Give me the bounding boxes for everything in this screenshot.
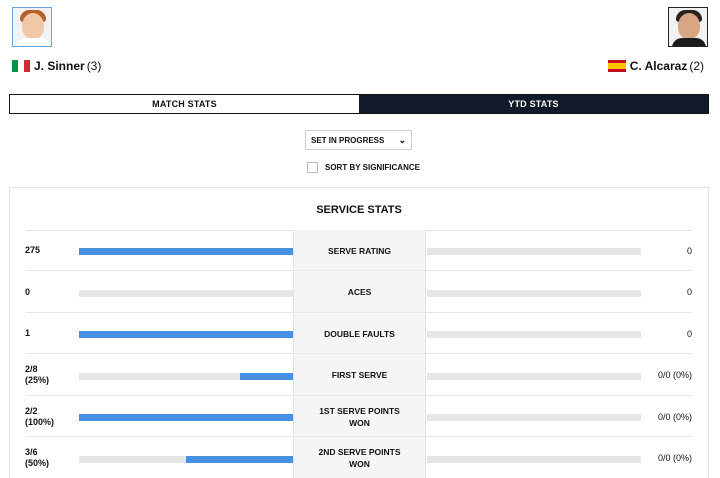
stat-row: 3/6 (50%) 2ND SERVE POINTS WON 0/0 (0%)	[10, 438, 708, 478]
stat-left-bar	[79, 414, 293, 422]
stat-left-bar	[79, 331, 293, 339]
stats-tabs: MATCH STATS YTD STATS	[9, 94, 709, 114]
player-left-name[interactable]: J. Sinner	[34, 59, 85, 73]
stat-left-bar	[79, 455, 293, 463]
player-right-seed: (2)	[689, 59, 704, 73]
player-right-name[interactable]: C. Alcaraz	[630, 59, 688, 73]
player-left-seed: (3)	[86, 59, 102, 73]
stat-left-bar-fill	[239, 372, 293, 380]
stat-left-bar	[79, 248, 293, 256]
stat-right-value: 0	[686, 328, 692, 339]
stat-right-bar	[427, 331, 641, 339]
sort-by-significance: SORT BY SIGNIFICANCE	[307, 162, 420, 173]
stat-left-bar-fill	[186, 455, 293, 463]
player-left	[12, 7, 52, 47]
set-select-dropdown[interactable]: SET IN PROGRESS ⌄	[305, 130, 412, 150]
player-right-avatar[interactable]	[668, 7, 708, 47]
stat-right-bar	[427, 289, 641, 297]
chevron-down-icon: ⌄	[398, 134, 406, 145]
player-right	[668, 7, 708, 47]
spain-flag-icon	[607, 60, 626, 72]
stats-panel: SERVICE STATS 275 SERVE RATING 0 0 ACES …	[9, 187, 709, 478]
player-right-name-row: C. Alcaraz (2)	[607, 59, 704, 73]
stat-right-value: 0	[686, 287, 692, 297]
stat-left-value: 0	[25, 286, 31, 297]
stat-left-bar	[79, 372, 293, 380]
stat-label: 1ST SERVE POINTS WON	[319, 405, 400, 428]
stat-row: 2/2 (100%) 1ST SERVE POINTS WON 0/0 (0%)	[10, 396, 708, 437]
player-left-avatar[interactable]	[12, 7, 52, 47]
stat-left-value: 2/8 (25%)	[25, 364, 50, 385]
stat-left-value: 3/6 (50%)	[25, 447, 50, 468]
stat-row: 275 SERVE RATING 0	[10, 230, 708, 271]
stat-right-value: 0/0 (0%)	[657, 453, 692, 463]
stat-row: 1 DOUBLE FAULTS 0	[10, 313, 708, 354]
flag-stripe	[24, 60, 30, 72]
stat-left-value: 2/2 (100%)	[25, 405, 55, 427]
sort-label[interactable]: SORT BY SIGNIFICANCE	[325, 163, 420, 172]
stat-right-value: 0/0 (0%)	[657, 370, 692, 380]
sort-checkbox[interactable]	[307, 162, 318, 173]
stat-right-value: 0	[686, 245, 692, 256]
stat-label: FIRST SERVE	[331, 370, 388, 380]
italy-flag-icon	[12, 60, 30, 72]
stat-right-value: 0/0 (0%)	[657, 411, 692, 422]
tab-match-stats[interactable]: MATCH STATS	[10, 95, 359, 113]
flag-stripe	[607, 69, 626, 72]
stat-right-bar	[427, 248, 641, 256]
stat-left-bar	[79, 289, 293, 297]
stat-left-value: 275	[25, 245, 41, 255]
stat-row: 2/8 (25%) FIRST SERVE 0/0 (0%)	[10, 355, 708, 396]
tab-ytd-stats[interactable]: YTD STATS	[359, 95, 708, 113]
stat-right-bar	[427, 455, 641, 463]
player-right-face	[678, 13, 700, 39]
stat-label: SERVE RATING	[328, 245, 391, 256]
stat-label: 2ND SERVE POINTS WON	[318, 447, 401, 469]
stat-left-bar-fill	[79, 414, 293, 422]
player-right-shirt	[672, 38, 706, 46]
stat-label: DOUBLE FAULTS	[324, 328, 395, 339]
set-select-value: SET IN PROGRESS	[311, 135, 385, 145]
stat-right-bar	[427, 414, 641, 422]
stat-left-value: 1	[25, 328, 31, 338]
player-left-shirt	[16, 38, 50, 46]
stat-left-bar-fill	[79, 248, 293, 256]
stat-label: ACES	[347, 287, 372, 297]
player-left-face	[22, 13, 44, 39]
player-left-name-row: J. Sinner (3)	[12, 59, 101, 73]
stat-row: 0 ACES 0	[10, 272, 708, 313]
section-title: SERVICE STATS	[316, 204, 402, 216]
stat-left-bar-fill	[79, 331, 293, 339]
stat-right-bar	[427, 372, 641, 380]
